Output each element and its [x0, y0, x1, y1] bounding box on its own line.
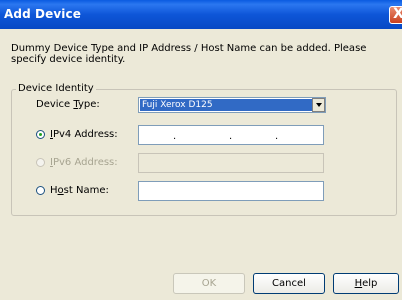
host-name-field[interactable] [138, 181, 324, 201]
ipv4-radio[interactable] [36, 130, 45, 139]
description-text: Dummy Device Type and IP Address / Host … [11, 43, 367, 65]
window-title: Add Device [4, 7, 81, 21]
cancel-button[interactable]: Cancel [253, 273, 325, 294]
device-type-dropdown[interactable]: Fuji Xerox D125 [138, 97, 326, 113]
close-button[interactable]: X [389, 6, 402, 24]
ip-separator: . [275, 131, 279, 142]
device-type-value: Fuji Xerox D125 [140, 99, 316, 111]
ipv6-label: IPv6 Address: [50, 157, 118, 168]
device-type-label: Device Type: [36, 99, 100, 110]
chevron-down-icon[interactable] [312, 98, 325, 112]
ipv4-label: IPv4 Address: [50, 129, 118, 140]
ok-button[interactable]: OK [173, 273, 245, 294]
group-legend: Device Identity [16, 83, 96, 94]
host-name-label: Host Name: [50, 185, 109, 196]
host-name-radio[interactable] [36, 186, 45, 195]
ipv4-address-field[interactable]: . . . [138, 125, 324, 145]
dialog-body: Dummy Device Type and IP Address / Host … [0, 29, 402, 300]
ipv6-radio[interactable] [36, 158, 45, 167]
title-bar: Add Device X [0, 0, 402, 29]
ipv6-address-field[interactable] [138, 153, 324, 173]
help-button[interactable]: Help [333, 273, 399, 294]
ip-separator: . [173, 131, 177, 142]
close-icon: X [393, 6, 402, 22]
ip-separator: . [229, 131, 233, 142]
